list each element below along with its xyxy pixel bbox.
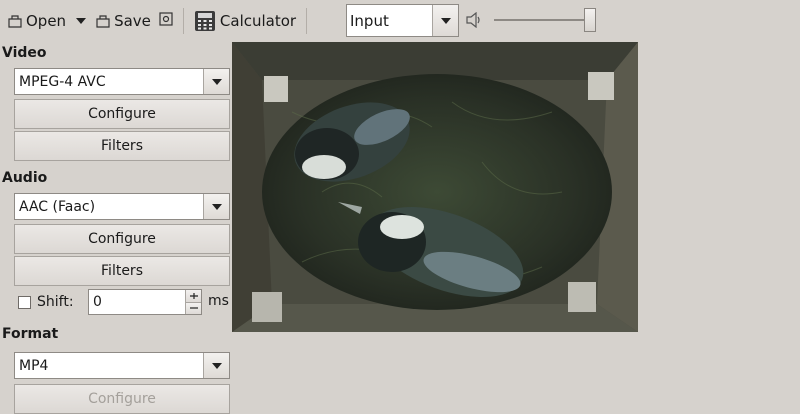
audio-filters-button[interactable]: Filters (14, 256, 230, 286)
audio-shift-unit: ms (208, 293, 229, 309)
audio-codec-value: AAC (Faac) (19, 198, 96, 215)
video-codec-dropdown-button[interactable] (203, 69, 229, 94)
increment-button[interactable] (186, 290, 201, 302)
plus-icon (189, 292, 198, 299)
chevron-down-icon (211, 203, 222, 210)
audio-shift-checkbox[interactable] (18, 295, 31, 309)
volume-slider-handle[interactable] (584, 8, 596, 32)
audio-configure-button[interactable]: Configure (14, 224, 230, 254)
chevron-down-icon (76, 17, 87, 24)
video-codec-value: MPEG-4 AVC (19, 73, 106, 90)
video-filters-button[interactable]: Filters (14, 131, 230, 161)
chevron-down-icon (211, 78, 222, 85)
video-configure-button[interactable]: Configure (14, 99, 230, 129)
audio-codec-select[interactable]: AAC (Faac) (14, 193, 230, 220)
format-container-dropdown-button[interactable] (203, 353, 229, 378)
format-configure-button[interactable]: Configure (14, 384, 230, 414)
video-section-label: Video (2, 45, 47, 61)
decrement-button[interactable] (186, 301, 201, 314)
toolbar-separator (182, 7, 184, 34)
format-container-select[interactable]: MP4 (14, 352, 230, 379)
save-options-button[interactable] (155, 6, 177, 36)
open-dropdown-button[interactable] (70, 6, 92, 36)
save-icon (96, 14, 110, 28)
input-source-combo[interactable]: Input (346, 4, 459, 37)
save-settings-icon (159, 11, 173, 30)
open-button[interactable]: Open (4, 6, 70, 36)
calculator-icon (194, 10, 216, 32)
minus-icon (189, 307, 198, 309)
audio-shift-value[interactable]: 0 (89, 290, 185, 314)
audio-shift-label: Shift: (37, 294, 74, 310)
volume-icon (466, 11, 484, 32)
save-label: Save (114, 11, 151, 30)
open-label: Open (26, 11, 67, 30)
video-preview (232, 42, 638, 332)
audio-shift-spinbox[interactable]: 0 (88, 289, 202, 315)
calculator-button[interactable]: Calculator (190, 6, 300, 36)
video-codec-select[interactable]: MPEG-4 AVC (14, 68, 230, 95)
toolbar-separator (306, 7, 308, 34)
input-source-dropdown-button[interactable] (432, 5, 458, 36)
chevron-down-icon (440, 17, 451, 24)
save-button[interactable]: Save (92, 6, 155, 36)
calculator-label: Calculator (219, 11, 297, 30)
video-frame-image (232, 42, 638, 332)
input-source-value: Input (350, 11, 389, 30)
volume-slider-track (494, 19, 594, 21)
open-icon (8, 14, 22, 28)
audio-section-label: Audio (2, 170, 48, 186)
volume-slider[interactable] (494, 8, 604, 32)
format-container-value: MP4 (19, 357, 49, 374)
audio-shift-row: Shift: (14, 288, 74, 316)
audio-codec-dropdown-button[interactable] (203, 194, 229, 219)
audio-shift-stepper (185, 290, 201, 314)
chevron-down-icon (211, 362, 222, 369)
format-section-label: Format (2, 326, 59, 342)
